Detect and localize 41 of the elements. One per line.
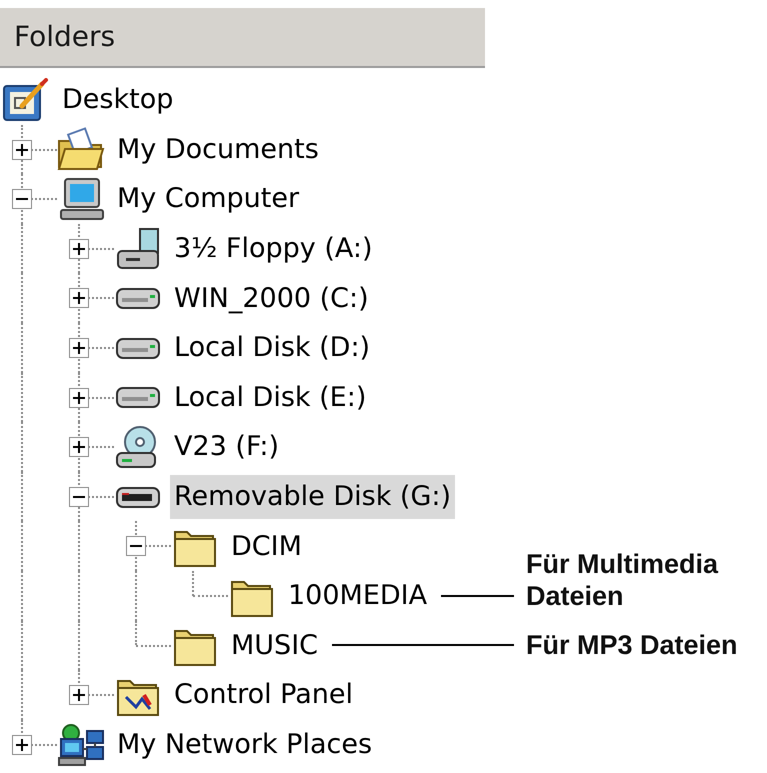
tree-item-label[interactable]: V23 (F:) [170,424,284,469]
tree-item-label[interactable]: DCIM [227,524,306,568]
tree-item-label[interactable]: MUSIC [227,623,322,668]
tree-item-label[interactable]: 3½ Floppy (A:) [170,226,376,271]
tree-item-label[interactable]: WIN_2000 (C:) [170,276,373,320]
annotation-label: Für Multimedia Dateien [526,548,720,612]
expand-toggle[interactable] [12,734,32,755]
tree-item-label[interactable]: 100MEDIA [284,574,432,618]
tree-item-label[interactable]: Local Disk (D:) [170,326,374,370]
expand-toggle[interactable] [12,189,32,210]
expand-toggle[interactable] [69,388,89,408]
plus-icon [73,292,85,304]
tree-item-label[interactable]: My Network Places [113,722,376,767]
plus-icon [73,392,85,404]
tree-item-label[interactable]: My Documents [113,127,323,172]
plus-icon [73,342,85,354]
expand-toggle[interactable] [126,536,146,556]
plus-icon [73,689,85,702]
pane-title: Folders [14,23,116,51]
expand-toggle[interactable] [69,486,89,507]
computer-icon [57,176,105,221]
plus-icon [16,738,28,751]
expand-toggle[interactable] [69,338,89,358]
expand-toggle[interactable] [69,288,89,308]
network-icon [57,722,105,767]
desktop-icon [2,78,50,122]
tree-item-label[interactable]: My Computer [113,176,304,221]
plus-icon [16,144,28,156]
documents-folder-icon [57,127,105,172]
plus-icon [73,242,85,255]
plus-icon [73,441,85,454]
expand-toggle[interactable] [69,238,89,259]
expand-toggle[interactable] [69,437,89,458]
tree-item-label[interactable]: Local Disk (E:) [170,375,370,420]
tree-item-label[interactable]: Control Panel [170,672,358,717]
expand-toggle[interactable] [69,685,89,706]
tree-item-label[interactable]: Removable Disk (G:) [170,474,456,519]
annotation-label: Für MP3 Dateien [526,629,739,662]
floppy-drive-icon [114,226,162,271]
tree-item-label[interactable]: Desktop [58,78,178,122]
expand-toggle[interactable] [12,140,32,160]
